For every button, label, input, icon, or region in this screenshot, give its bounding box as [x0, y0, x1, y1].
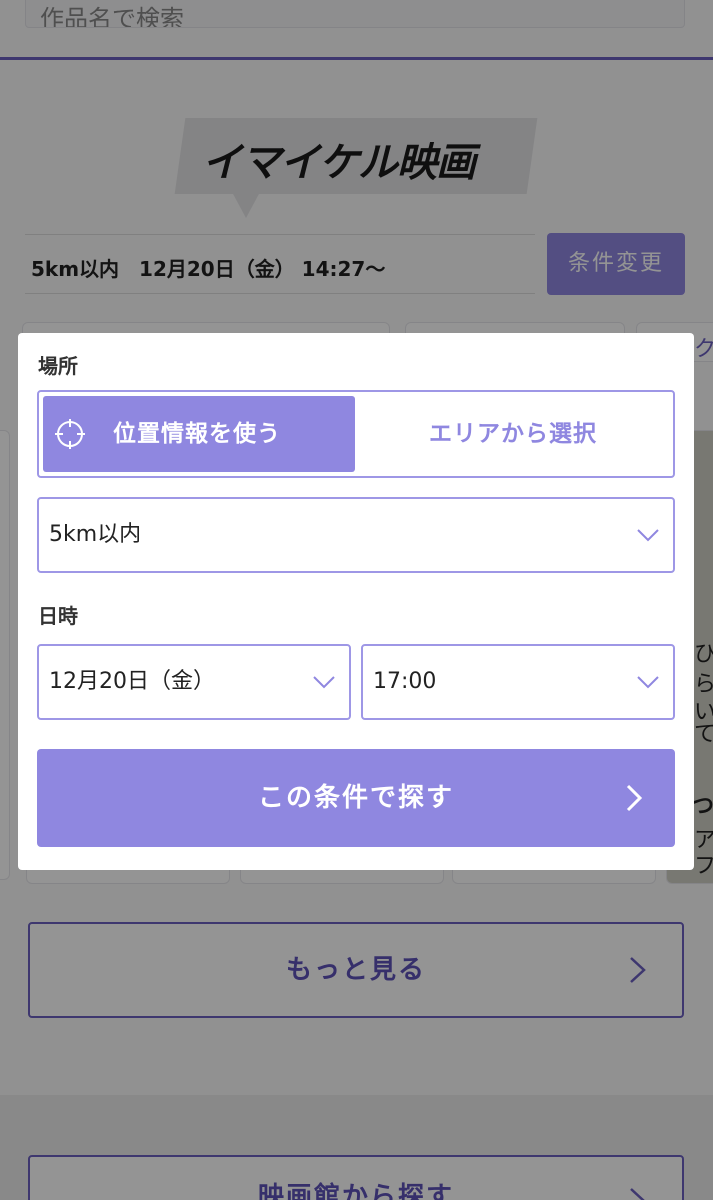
- date-select[interactable]: 12月20日（金）: [37, 644, 351, 720]
- chevron-right-icon: [626, 784, 643, 812]
- datetime-section-label: 日時: [38, 604, 78, 628]
- search-button-label: この条件で探す: [257, 783, 454, 813]
- use-location-label: 位置情報を使う: [113, 421, 281, 447]
- use-location-option[interactable]: 位置情報を使う: [43, 396, 355, 472]
- select-area-option[interactable]: エリアから選択: [355, 396, 671, 472]
- distance-select[interactable]: 5km以内: [37, 497, 675, 573]
- chevron-down-icon: [637, 676, 659, 689]
- time-value: 17:00: [373, 669, 437, 694]
- crosshair-icon: [55, 419, 85, 449]
- distance-value: 5km以内: [49, 522, 142, 547]
- location-mode-toggle: 位置情報を使う エリアから選択: [37, 390, 675, 478]
- location-section-label: 場所: [38, 354, 78, 378]
- time-select[interactable]: 17:00: [361, 644, 675, 720]
- date-value: 12月20日（金）: [49, 669, 215, 694]
- search-with-conditions-button[interactable]: この条件で探す: [37, 749, 675, 847]
- chevron-down-icon: [313, 676, 335, 689]
- search-condition-modal: 場所 位置情報を使う エリアから選択 5km以内 日時 12月20日（金） 17…: [18, 333, 694, 870]
- chevron-down-icon: [637, 529, 659, 542]
